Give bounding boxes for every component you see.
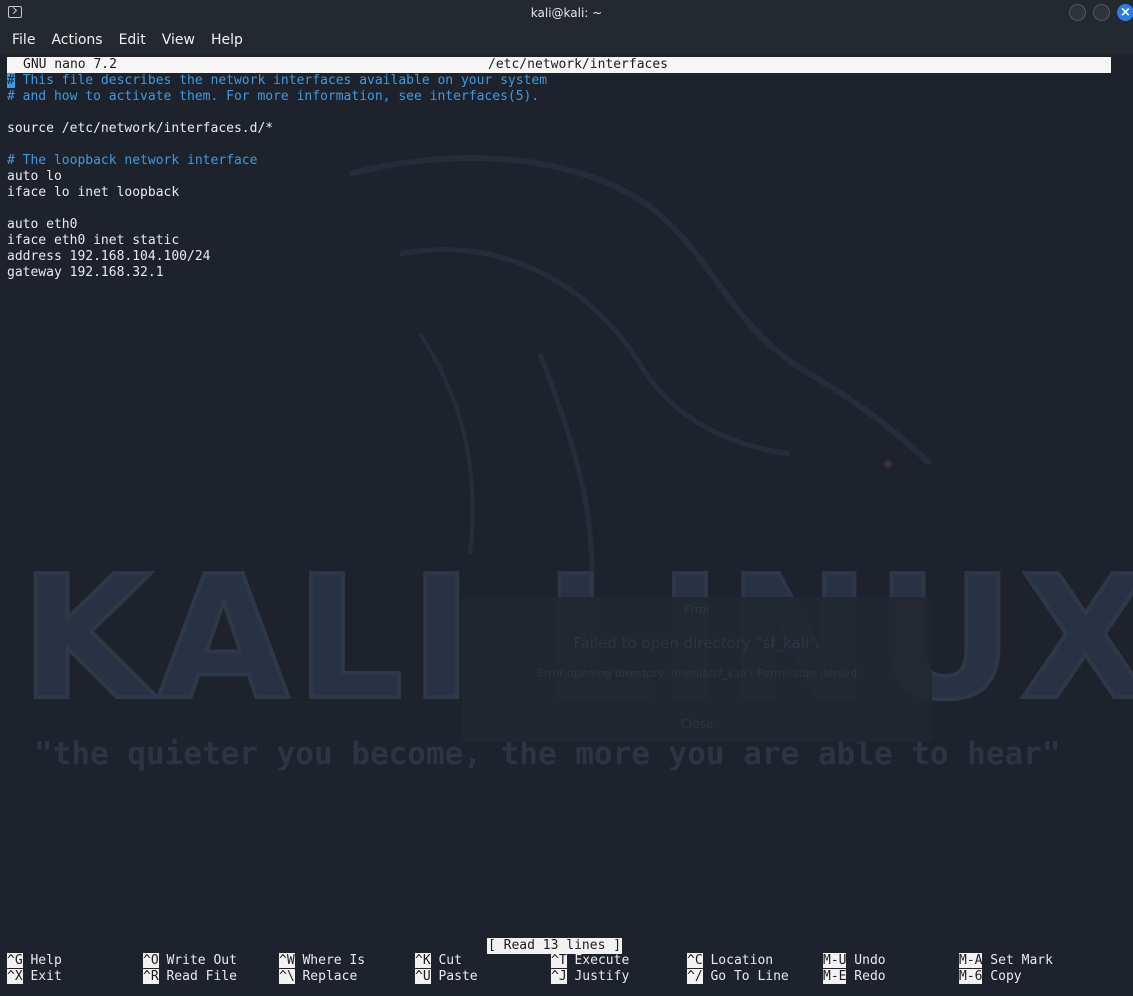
shortcut-label: Execute xyxy=(566,953,630,968)
shortcut-key: M-E xyxy=(823,969,847,984)
shortcut-set-mark[interactable]: M-A Set Mark xyxy=(959,953,1053,969)
editor-line-rest: This file describes the network interfac… xyxy=(14,73,548,88)
shortcut-key: ^/ xyxy=(687,969,703,984)
shortcut-key: M-U xyxy=(823,953,847,968)
nano-version: GNU nano 7.2 xyxy=(23,57,117,72)
menubar: File Actions Edit View Help xyxy=(0,26,1133,54)
shortcut-label: Justify xyxy=(566,969,630,984)
dialog-close-button: Close xyxy=(680,717,714,731)
shortcut-undo[interactable]: M-U Undo xyxy=(823,953,886,969)
minimize-button[interactable] xyxy=(1069,4,1086,21)
shortcut-key: ^U xyxy=(415,969,431,984)
shortcut-label: Where Is xyxy=(294,953,366,968)
shortcut-label: Redo xyxy=(846,969,886,984)
text-cursor: # xyxy=(7,73,15,88)
shortcut-read-file[interactable]: ^R Read File xyxy=(143,969,237,985)
shortcut-replace[interactable]: ^\ Replace xyxy=(279,969,357,985)
nano-header-bar: GNU nano 7.2 /etc/network/interfaces xyxy=(7,57,1111,73)
editor-line: gateway 192.168.32.1 xyxy=(7,265,164,280)
shortcut-go-to-line[interactable]: ^/ Go To Line xyxy=(687,969,789,985)
shortcut-label: Read File xyxy=(158,969,237,984)
maximize-button[interactable] xyxy=(1093,4,1110,21)
shortcut-redo[interactable]: M-E Redo xyxy=(823,969,886,985)
shortcut-key: M-A xyxy=(959,953,983,968)
menu-view[interactable]: View xyxy=(154,32,203,48)
editor-line: auto eth0 xyxy=(7,217,78,232)
shortcut-exit[interactable]: ^X Exit xyxy=(7,969,62,985)
shortcut-key: ^O xyxy=(143,953,159,968)
editor-line: iface lo inet loopback xyxy=(7,185,180,200)
shortcut-write-out[interactable]: ^O Write Out xyxy=(143,953,237,969)
shortcut-label: Exit xyxy=(22,969,62,984)
nano-editor-buffer[interactable]: # This file describes the network interf… xyxy=(7,73,547,281)
dialog-message: Error opening directory '/media/sf_kali'… xyxy=(536,667,858,680)
dialog-title: Error xyxy=(683,603,711,616)
editor-line: # and how to activate them. For more inf… xyxy=(7,89,540,104)
shortcut-help[interactable]: ^G Help xyxy=(7,953,62,969)
shortcut-key: ^\ xyxy=(279,969,295,984)
shortcut-label: Write Out xyxy=(158,953,237,968)
shortcut-label: Go To Line xyxy=(702,969,789,984)
shortcut-label: Paste xyxy=(430,969,478,984)
shortcut-label: Set Mark xyxy=(982,953,1053,968)
window-titlebar: kali@kali: ~ × xyxy=(0,0,1133,26)
shortcut-cut[interactable]: ^K Cut xyxy=(415,953,462,969)
shortcut-label: Help xyxy=(22,953,62,968)
shortcut-key: ^W xyxy=(279,953,295,968)
window-title: kali@kali: ~ xyxy=(530,6,603,20)
shortcut-key: ^X xyxy=(7,969,23,984)
shortcut-label: Replace xyxy=(294,969,358,984)
shortcut-copy[interactable]: M-6 Copy xyxy=(959,969,1022,985)
shortcut-label: Location xyxy=(702,953,774,968)
shortcut-label: Copy xyxy=(982,969,1022,984)
menu-actions[interactable]: Actions xyxy=(43,32,110,48)
shortcut-key: ^K xyxy=(415,953,431,968)
shortcut-key: ^R xyxy=(143,969,159,984)
menu-file[interactable]: File xyxy=(4,32,43,48)
shortcut-key: ^J xyxy=(551,969,567,984)
menu-help[interactable]: Help xyxy=(203,32,251,48)
shortcut-key: ^G xyxy=(7,953,23,968)
editor-line: iface eth0 inet static xyxy=(7,233,180,248)
shortcut-key: ^T xyxy=(551,953,567,968)
shortcut-label: Undo xyxy=(846,953,886,968)
shortcut-key: M-6 xyxy=(959,969,983,984)
dialog-heading: Failed to open directory "sf_kali". xyxy=(573,634,821,652)
shortcut-key: ^C xyxy=(687,953,703,968)
nano-status-message: [ Read 13 lines ] xyxy=(487,938,623,954)
editor-line: address 192.168.104.100/24 xyxy=(7,249,211,264)
nano-filename: /etc/network/interfaces xyxy=(488,57,669,72)
editor-line: # This file describes the network interf… xyxy=(7,73,547,89)
editor-line: # The loopback network interface xyxy=(7,153,258,168)
shortcut-label: Cut xyxy=(430,953,462,968)
menu-edit[interactable]: Edit xyxy=(111,32,154,48)
close-button[interactable]: × xyxy=(1117,4,1133,21)
editor-line: auto lo xyxy=(7,169,62,184)
shortcut-execute[interactable]: ^T Execute xyxy=(551,953,629,969)
shortcut-paste[interactable]: ^U Paste xyxy=(415,969,478,985)
shortcut-location[interactable]: ^C Location xyxy=(687,953,773,969)
terminal-area[interactable]: KALI LINUX "the quieter you become, the … xyxy=(0,54,1133,996)
background-error-dialog: Error Failed to open directory "sf_kali"… xyxy=(462,597,932,742)
shortcut-where-is[interactable]: ^W Where Is xyxy=(279,953,365,969)
editor-line: source /etc/network/interfaces.d/* xyxy=(7,121,274,136)
shortcut-justify[interactable]: ^J Justify xyxy=(551,969,629,985)
